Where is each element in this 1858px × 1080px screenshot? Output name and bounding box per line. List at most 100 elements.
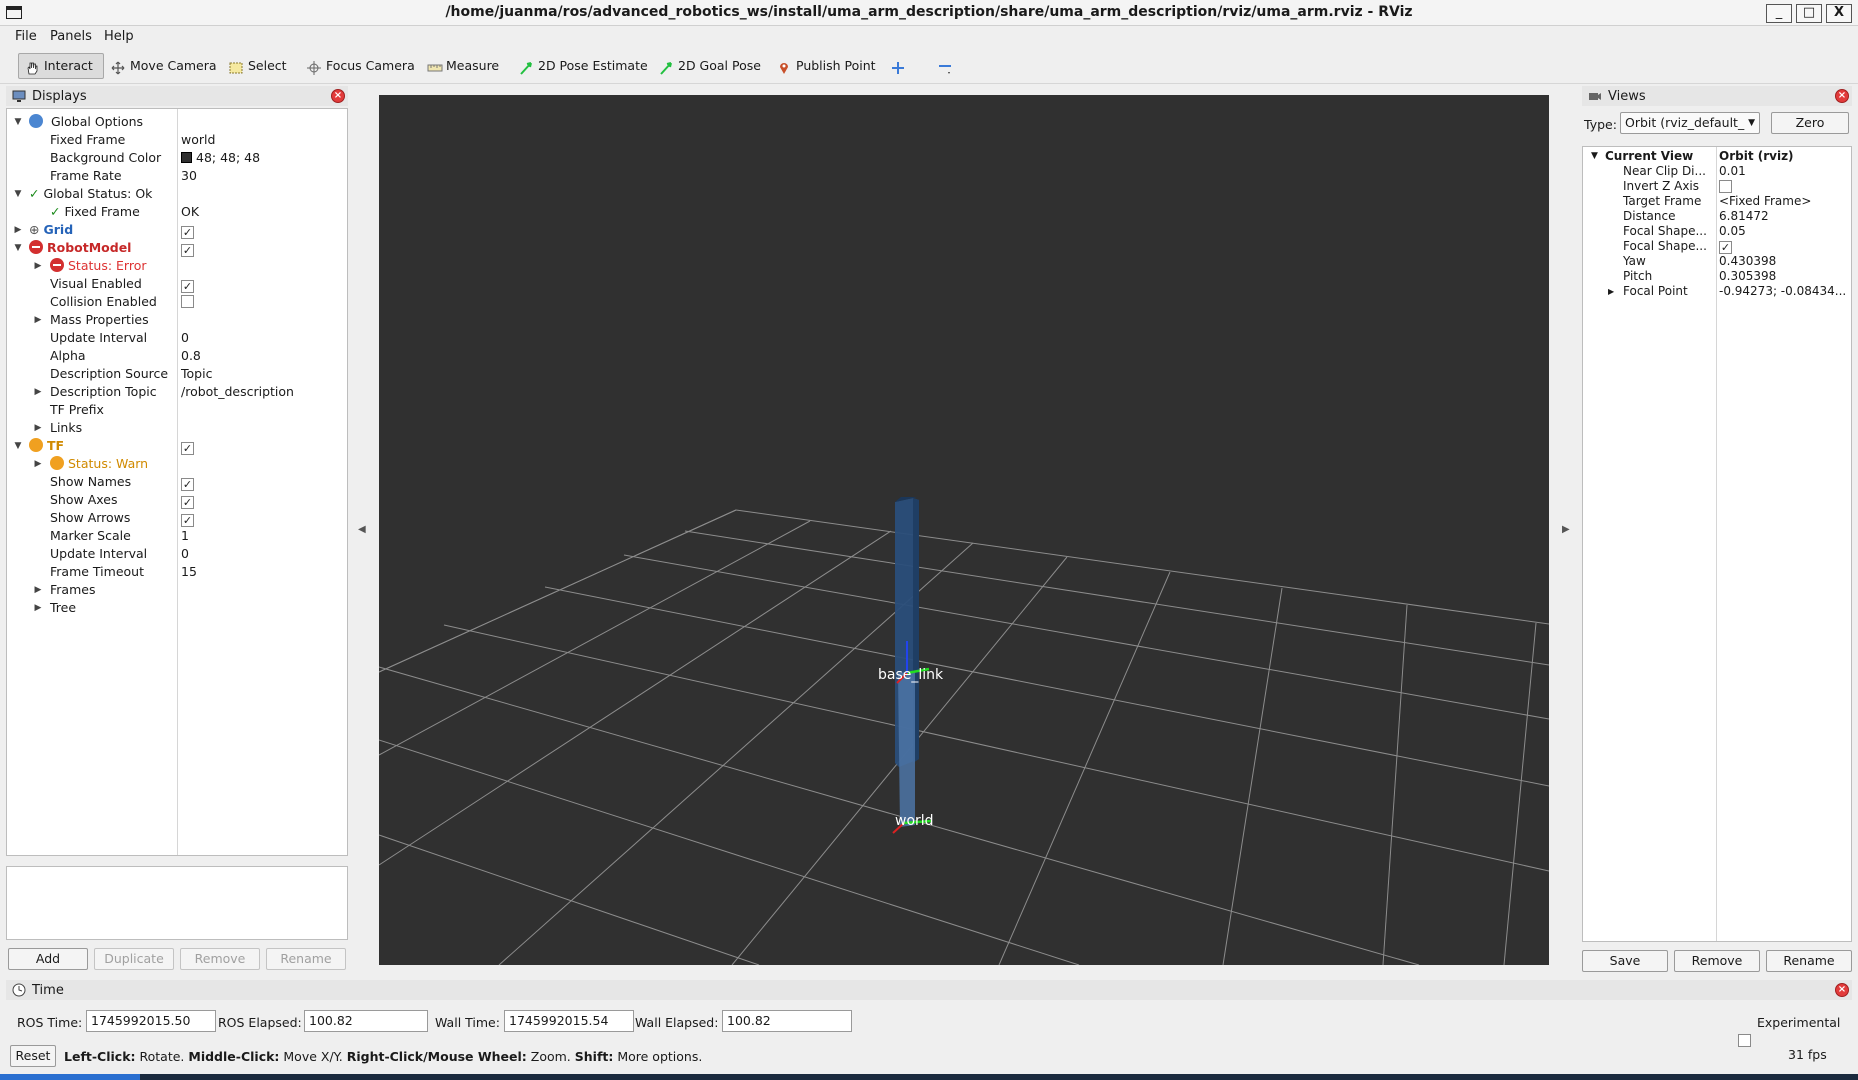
remove-tool-button[interactable]: [930, 53, 958, 79]
tree-row-tf-update-interval[interactable]: Update Interval 0: [7, 545, 347, 563]
3d-render-viewport[interactable]: base_link world: [378, 95, 1550, 966]
show-axes-checkbox[interactable]: ✓: [181, 496, 194, 509]
tree-row-frames[interactable]: ▶ Frames: [7, 581, 347, 599]
near-clip-value[interactable]: 0.01: [1719, 164, 1746, 179]
view-row-near-clip[interactable]: Near Clip Di... 0.01: [1583, 164, 1851, 179]
tree-row-gs-fixed-frame[interactable]: ✓ Fixed Frame OK: [7, 203, 347, 221]
focus-camera-tool-button[interactable]: Focus Camera: [300, 53, 422, 79]
frame-rate-value[interactable]: 30: [181, 167, 197, 185]
expand-arrow-icon[interactable]: ▶: [1608, 284, 1614, 299]
menu-panels[interactable]: Panels: [50, 29, 92, 44]
rename-display-button[interactable]: Rename: [266, 948, 346, 970]
close-icon[interactable]: ×: [331, 89, 345, 103]
tree-row-global-options[interactable]: ▼ Global Options: [7, 113, 347, 131]
close-icon[interactable]: ×: [1835, 89, 1849, 103]
focal-shape-size-value[interactable]: 0.05: [1719, 224, 1746, 239]
pitch-value[interactable]: 0.305398: [1719, 269, 1776, 284]
wall-time-field[interactable]: 1745992015.54: [504, 1010, 634, 1032]
save-view-button[interactable]: Save: [1582, 950, 1668, 972]
menu-file[interactable]: File: [15, 29, 37, 44]
window-title-bar[interactable]: /home/juanma/ros/advanced_robotics_ws/in…: [0, 0, 1858, 26]
tree-row-visual-enabled[interactable]: Visual Enabled ✓: [7, 275, 347, 293]
tree-row-marker-scale[interactable]: Marker Scale 1: [7, 527, 347, 545]
close-icon[interactable]: ×: [1835, 983, 1849, 997]
expand-arrow-icon[interactable]: ▶: [33, 419, 43, 437]
rename-view-button[interactable]: Rename: [1766, 950, 1852, 972]
color-swatch[interactable]: [181, 152, 192, 163]
view-type-select[interactable]: Orbit (rviz_default_ ▼: [1620, 112, 1760, 134]
tree-row-description-topic[interactable]: ▶ Description Topic /robot_description: [7, 383, 347, 401]
tree-row-frame-rate[interactable]: Frame Rate 30: [7, 167, 347, 185]
collapse-right-dock-icon[interactable]: ▶: [1562, 524, 1570, 535]
experimental-checkbox[interactable]: [1738, 1034, 1751, 1047]
invert-z-checkbox[interactable]: [1719, 180, 1732, 193]
collapse-arrow-icon[interactable]: ▼: [13, 185, 23, 203]
displays-tree[interactable]: ▼ Global Options Fixed Frame world Backg…: [6, 108, 348, 856]
tree-row-show-arrows[interactable]: Show Arrows ✓: [7, 509, 347, 527]
description-source-value[interactable]: Topic: [181, 365, 212, 383]
description-topic-value[interactable]: /robot_description: [181, 383, 294, 401]
duplicate-display-button[interactable]: Duplicate: [94, 948, 174, 970]
target-frame-value[interactable]: <Fixed Frame>: [1719, 194, 1811, 209]
expand-arrow-icon[interactable]: ▶: [33, 257, 43, 275]
collapse-arrow-icon[interactable]: ▼: [13, 437, 23, 455]
expand-arrow-icon[interactable]: ▶: [13, 221, 23, 239]
tree-row-fixed-frame[interactable]: Fixed Frame world: [7, 131, 347, 149]
tf-checkbox[interactable]: ✓: [181, 442, 194, 455]
tree-row-global-status[interactable]: ▼ ✓ Global Status: Ok: [7, 185, 347, 203]
tree-row-links[interactable]: ▶ Links: [7, 419, 347, 437]
expand-arrow-icon[interactable]: ▶: [33, 455, 43, 473]
focal-shape-fixed-checkbox[interactable]: ✓: [1719, 241, 1732, 254]
tree-row-tf[interactable]: ▼ TF ✓: [7, 437, 347, 455]
view-row-focal-shape-fixed[interactable]: Focal Shape... ✓: [1583, 239, 1851, 254]
tree-row-mass-properties[interactable]: ▶ Mass Properties: [7, 311, 347, 329]
remove-display-button[interactable]: Remove: [180, 948, 260, 970]
distance-value[interactable]: 6.81472: [1719, 209, 1769, 224]
collapse-arrow-icon[interactable]: ▼: [13, 113, 23, 131]
reset-button[interactable]: Reset: [10, 1045, 56, 1067]
view-row-focal-point[interactable]: ▶ Focal Point -0.94273; -0.08434...: [1583, 284, 1851, 299]
tree-row-frame-timeout[interactable]: Frame Timeout 15: [7, 563, 347, 581]
background-color-value[interactable]: 48; 48; 48: [196, 150, 260, 165]
close-window-button[interactable]: X: [1826, 4, 1852, 23]
add-display-button[interactable]: Add: [8, 948, 88, 970]
tree-row-show-axes[interactable]: Show Axes ✓: [7, 491, 347, 509]
update-interval-value[interactable]: 0: [181, 329, 189, 347]
tree-row-grid[interactable]: ▶ ⊕ Grid ✓: [7, 221, 347, 239]
remove-view-button[interactable]: Remove: [1674, 950, 1760, 972]
pose-estimate-tool-button[interactable]: 2D Pose Estimate: [512, 53, 655, 79]
yaw-value[interactable]: 0.430398: [1719, 254, 1776, 269]
tree-row-collision-enabled[interactable]: Collision Enabled: [7, 293, 347, 311]
collapse-arrow-icon[interactable]: ▼: [1591, 149, 1598, 164]
view-row-focal-shape-size[interactable]: Focal Shape... 0.05: [1583, 224, 1851, 239]
robot-model-checkbox[interactable]: ✓: [181, 244, 194, 257]
view-row-current-view[interactable]: ▼ Current View Orbit (rviz): [1583, 149, 1851, 164]
ros-time-field[interactable]: 1745992015.50: [86, 1010, 216, 1032]
add-tool-button[interactable]: [884, 53, 912, 79]
collision-enabled-checkbox[interactable]: [181, 295, 194, 308]
tf-update-interval-value[interactable]: 0: [181, 545, 189, 563]
select-tool-button[interactable]: Select: [222, 53, 294, 79]
marker-scale-value[interactable]: 1: [181, 527, 189, 545]
tree-row-tree[interactable]: ▶ Tree: [7, 599, 347, 617]
expand-arrow-icon[interactable]: ▶: [33, 383, 43, 401]
view-row-pitch[interactable]: Pitch 0.305398: [1583, 269, 1851, 284]
frame-timeout-value[interactable]: 15: [181, 563, 197, 581]
tree-row-description-source[interactable]: Description Source Topic: [7, 365, 347, 383]
goal-pose-tool-button[interactable]: 2D Goal Pose: [652, 53, 768, 79]
interact-tool-button[interactable]: Interact: [18, 53, 104, 79]
tree-row-background-color[interactable]: Background Color 48; 48; 48: [7, 149, 347, 167]
expand-arrow-icon[interactable]: ▶: [33, 581, 43, 599]
menu-help[interactable]: Help: [104, 29, 134, 44]
view-row-yaw[interactable]: Yaw 0.430398: [1583, 254, 1851, 269]
tree-row-alpha[interactable]: Alpha 0.8: [7, 347, 347, 365]
tree-row-rm-status[interactable]: ▶ Status: Error: [7, 257, 347, 275]
grid-checkbox[interactable]: ✓: [181, 226, 194, 239]
show-names-checkbox[interactable]: ✓: [181, 478, 194, 491]
collapse-arrow-icon[interactable]: ▼: [13, 239, 23, 257]
fixed-frame-value[interactable]: world: [181, 131, 215, 149]
zero-view-button[interactable]: Zero: [1771, 112, 1849, 134]
wall-elapsed-field[interactable]: 100.82: [722, 1010, 852, 1032]
minimize-button[interactable]: _: [1766, 4, 1792, 23]
focal-point-value[interactable]: -0.94273; -0.08434...: [1719, 284, 1846, 299]
